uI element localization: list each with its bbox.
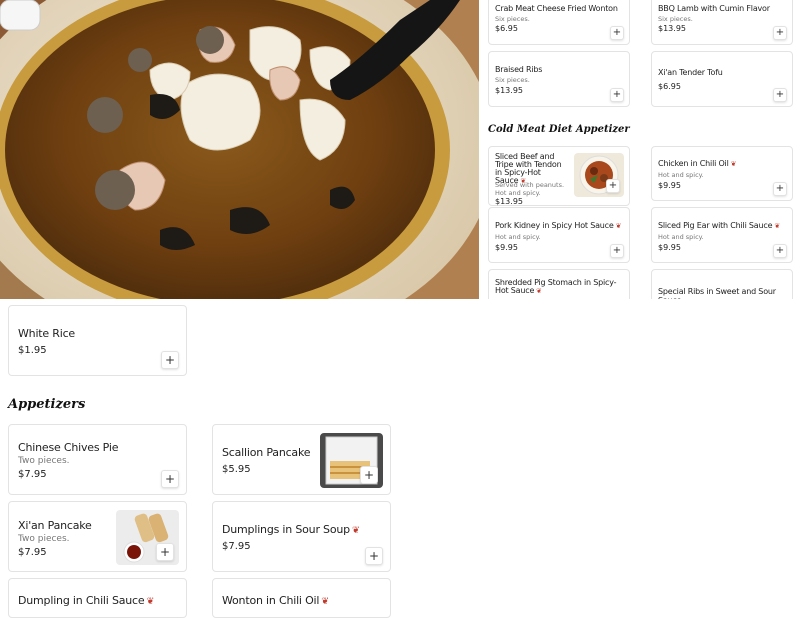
add-to-cart-button[interactable]: + <box>610 88 624 102</box>
menu-item-card[interactable]: Chicken in Chili Oil ❦ Hot and spicy. $9.… <box>651 146 793 201</box>
section-title-cold-meat: Cold Meat Diet Appetizer <box>488 124 630 135</box>
menu-item-card[interactable]: Braised Ribs Six pieces. $13.95 + <box>488 51 630 107</box>
item-price: $9.95 <box>658 181 681 190</box>
item-price: $5.95 <box>222 464 251 475</box>
item-title: Xi'an Pancake <box>18 519 92 532</box>
soup-photo <box>0 0 479 299</box>
item-description: Served with peanuts. Hot and spicy. <box>495 181 565 197</box>
item-price: $6.95 <box>658 82 681 91</box>
add-to-cart-button[interactable]: + <box>610 244 624 258</box>
menu-item-card[interactable]: Xi'an Tender Tofu $6.95 + <box>651 51 793 107</box>
item-description: Hot and spicy. <box>495 233 541 241</box>
item-price: $13.95 <box>495 197 523 206</box>
add-to-cart-button[interactable]: + <box>360 466 378 484</box>
item-title: Xi'an Tender Tofu <box>658 68 723 77</box>
menu-item-card[interactable]: Crab Meat Cheese Fried Wonton Six pieces… <box>488 0 630 45</box>
item-title: Shredded Pig Stomach in Spicy-Hot Sauce ❦ <box>495 278 617 296</box>
item-price: $9.95 <box>495 243 518 252</box>
item-description: Six pieces. <box>495 15 530 23</box>
menu-item-card[interactable]: Sliced Pig Ear with Chili Sauce ❦ Hot and… <box>651 207 793 263</box>
add-to-cart-button[interactable]: + <box>161 351 179 369</box>
item-description: Hot and spicy. <box>658 233 704 241</box>
section-title-appetizers: Appetizers <box>8 397 86 412</box>
item-title: Braised Ribs <box>495 65 543 74</box>
chili-icon: ❦ <box>615 222 622 230</box>
add-to-cart-button[interactable]: + <box>606 179 620 193</box>
menu-item-card[interactable]: Dumpling in Chili Sauce ❦ <box>8 578 187 618</box>
item-title: Crab Meat Cheese Fried Wonton <box>495 4 618 13</box>
item-description: Hot and spicy. <box>658 171 704 179</box>
item-price: $6.95 <box>495 24 518 33</box>
menu-item-card[interactable]: Dumplings in Sour Soup ❦ $7.95 + <box>212 501 391 572</box>
item-title: Dumpling in Chili Sauce ❦ <box>18 594 155 607</box>
add-to-cart-button[interactable]: + <box>610 26 624 40</box>
add-to-cart-button[interactable]: + <box>773 26 787 40</box>
chili-icon: ❦ <box>321 596 329 607</box>
item-title: Wonton in Chili Oil ❦ <box>222 594 329 607</box>
item-title: Chinese Chives Pie <box>18 441 119 454</box>
item-title: Chicken in Chili Oil ❦ <box>658 159 737 168</box>
item-description: Six pieces. <box>495 76 530 84</box>
item-price: $7.95 <box>222 541 251 552</box>
menu-item-card[interactable]: White Rice $1.95 + <box>8 305 187 376</box>
menu-item-card[interactable]: Pork Kidney in Spicy Hot Sauce ❦ Hot and … <box>488 207 630 263</box>
menu-item-card[interactable]: Chinese Chives Pie Two pieces. $7.95 + <box>8 424 187 495</box>
page-background <box>479 299 800 600</box>
add-to-cart-button[interactable]: + <box>773 244 787 258</box>
item-title: Pork Kidney in Spicy Hot Sauce ❦ <box>495 221 622 230</box>
add-to-cart-button[interactable]: + <box>773 88 787 102</box>
item-title: White Rice <box>18 327 75 340</box>
item-title: Dumplings in Sour Soup ❦ <box>222 523 360 536</box>
menu-item-card[interactable]: Sliced Beef and Tripe with Tendon in Spi… <box>488 146 630 206</box>
add-to-cart-button[interactable]: + <box>161 470 179 488</box>
hero-photo <box>0 0 479 299</box>
item-description: Two pieces. <box>18 534 70 544</box>
item-title: Sliced Pig Ear with Chili Sauce ❦ <box>658 221 780 230</box>
item-description: Six pieces. <box>658 15 693 23</box>
menu-item-card[interactable]: BBQ Lamb with Cumin Flavor Six pieces. $… <box>651 0 793 45</box>
item-title: BBQ Lamb with Cumin Flavor <box>658 4 770 13</box>
item-price: $1.95 <box>18 345 47 356</box>
item-price: $7.95 <box>18 547 47 558</box>
item-price: $13.95 <box>658 24 686 33</box>
chili-icon: ❦ <box>730 160 737 168</box>
item-price: $13.95 <box>495 86 523 95</box>
add-to-cart-button[interactable]: + <box>365 547 383 565</box>
menu-item-card[interactable]: Xi'an Pancake Two pieces. $7.95 + <box>8 501 187 572</box>
item-price: $9.95 <box>658 243 681 252</box>
add-to-cart-button[interactable]: + <box>773 182 787 196</box>
chili-icon: ❦ <box>774 222 780 230</box>
chili-icon: ❦ <box>146 596 155 607</box>
item-description: Two pieces. <box>18 456 70 466</box>
chili-icon: ❦ <box>536 287 542 295</box>
item-price: $7.95 <box>18 469 47 480</box>
add-to-cart-button[interactable]: + <box>156 543 174 561</box>
item-title: Scallion Pancake <box>222 446 311 459</box>
menu-item-card[interactable]: Scallion Pancake $5.95 + <box>212 424 391 495</box>
menu-item-card[interactable]: Wonton in Chili Oil ❦ <box>212 578 391 618</box>
chili-icon: ❦ <box>351 525 360 536</box>
